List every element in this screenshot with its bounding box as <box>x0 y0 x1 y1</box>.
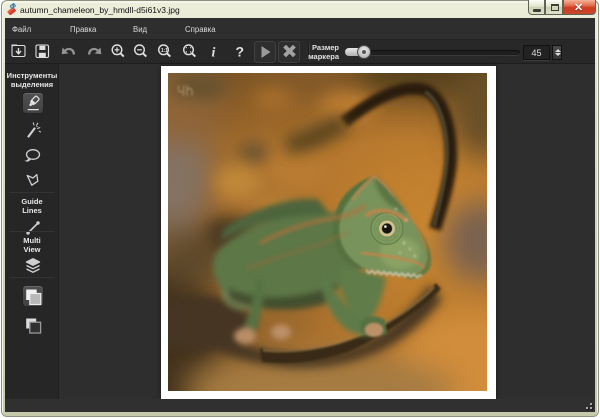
svg-text:1:1: 1:1 <box>161 48 168 54</box>
svg-text:i: i <box>212 46 216 61</box>
svg-text:?: ? <box>236 44 245 60</box>
